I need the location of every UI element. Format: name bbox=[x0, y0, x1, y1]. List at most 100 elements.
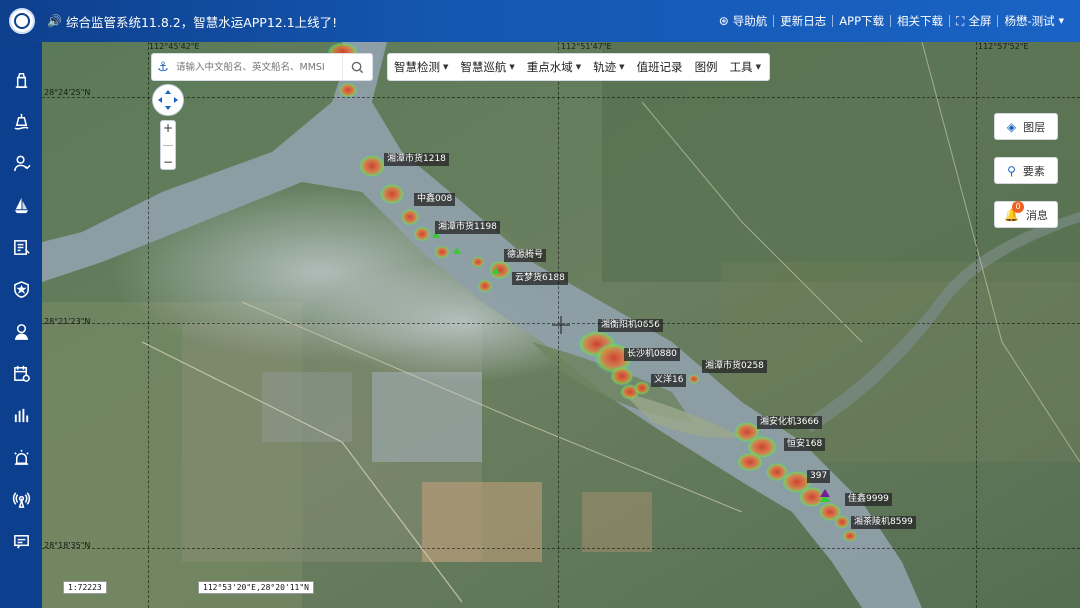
grid-line bbox=[42, 323, 1080, 324]
sidebar-item-records[interactable] bbox=[0, 226, 42, 268]
grid-line bbox=[42, 97, 1080, 98]
grid-line bbox=[976, 42, 977, 608]
sidebar-item-schedule[interactable] bbox=[0, 352, 42, 394]
sidebar-item-police[interactable] bbox=[0, 268, 42, 310]
sidebar-item-lighthouse[interactable] bbox=[0, 58, 42, 100]
compass-icon: ⊛ bbox=[718, 14, 729, 28]
menu-smart-patrol[interactable]: 智慧巡航 ▼ bbox=[460, 59, 514, 75]
vessel-label[interactable]: 湘茶陵机8599 bbox=[851, 516, 916, 529]
vessel-label[interactable]: 湘安化机3666 bbox=[757, 416, 822, 429]
sidebar-item-ship[interactable] bbox=[0, 184, 42, 226]
changelog-link[interactable]: 更新日志 bbox=[774, 13, 832, 29]
vessel-label[interactable]: 恒安168 bbox=[784, 438, 826, 451]
vessel-search: ⚓ bbox=[151, 53, 373, 81]
scale-readout: 1:72223 bbox=[63, 581, 107, 594]
person-icon bbox=[13, 155, 31, 171]
user-menu[interactable]: 杨懋-测试 ▼ bbox=[998, 13, 1070, 29]
zoom-in-button[interactable]: + bbox=[163, 121, 173, 135]
latitude-label: 28°24'25"N bbox=[44, 88, 91, 97]
sidebar bbox=[0, 42, 42, 608]
sidebar-item-statistics[interactable] bbox=[0, 394, 42, 436]
related-download-link[interactable]: 相关下载 bbox=[891, 13, 949, 29]
vessel-label[interactable]: 湘潭市货1218 bbox=[384, 153, 449, 166]
grid-line bbox=[148, 42, 149, 608]
vessel-label[interactable]: 湘潭市货1198 bbox=[435, 221, 500, 234]
vessel-label[interactable]: 长沙机0880 bbox=[624, 348, 680, 361]
fullscreen-label: 全屏 bbox=[968, 14, 992, 28]
vessel-label[interactable]: 中鑫008 bbox=[414, 193, 456, 206]
fullscreen-button[interactable]: ⛶ 全屏 bbox=[950, 13, 997, 29]
vessel-label[interactable]: 湘潭市货0258 bbox=[702, 360, 767, 373]
search-button[interactable] bbox=[342, 54, 372, 80]
grid-line bbox=[558, 42, 559, 608]
longitude-label: 112°51'47"E bbox=[561, 42, 612, 51]
pan-arrows-icon bbox=[158, 90, 178, 110]
caret-down-icon: ▼ bbox=[619, 63, 625, 71]
alarm-light-icon bbox=[13, 449, 29, 465]
calendar-clock-icon bbox=[13, 365, 30, 382]
layers-button[interactable]: ◈ 图层 bbox=[994, 113, 1058, 140]
vessel-label[interactable]: 397 bbox=[807, 470, 831, 483]
sidebar-item-buoy[interactable] bbox=[0, 100, 42, 142]
vessel-label[interactable]: 湘衡阳机0656 bbox=[598, 319, 663, 332]
vessel-label[interactable]: 佳鑫9999 bbox=[845, 493, 892, 506]
messages-button[interactable]: 🔔 0 消息 bbox=[994, 200, 1058, 228]
pan-control[interactable] bbox=[152, 84, 184, 116]
buoy-icon bbox=[14, 113, 28, 130]
caret-down-icon: ▼ bbox=[575, 63, 582, 71]
satellite-map bbox=[42, 42, 1080, 608]
sidebar-item-operator[interactable] bbox=[0, 310, 42, 352]
menu-label: 工具 bbox=[729, 60, 753, 74]
vessel-label[interactable]: 义洋16 bbox=[651, 374, 687, 387]
menu-smart-detection[interactable]: 智慧检测 ▼ bbox=[394, 59, 448, 75]
app-download-link[interactable]: APP下载 bbox=[833, 13, 890, 29]
announcement-text: 综合监管系统11.8.2，智慧水运APP12.1上线了! bbox=[65, 14, 338, 30]
vessel-label[interactable]: 德源腾号 bbox=[504, 249, 547, 262]
search-input[interactable] bbox=[174, 60, 334, 74]
grid-line bbox=[42, 548, 1080, 549]
menu-label: 轨迹 bbox=[593, 60, 617, 74]
sidebar-item-messages[interactable] bbox=[0, 520, 42, 562]
map-view[interactable]: 湘潭市货1218 中鑫008 湘潭市货1198 德源腾号 云梦货6188 湘衡阳… bbox=[42, 42, 1080, 608]
message-count-badge: 0 bbox=[1012, 200, 1025, 213]
menu-track[interactable]: 轨迹 ▼ bbox=[593, 59, 624, 75]
ship-search-icon: ⚓ bbox=[157, 59, 169, 75]
top-bar: 🔊 综合监管系统11.8.2，智慧水运APP12.1上线了! ⊛ 导助航 更新日… bbox=[0, 0, 1080, 42]
badge-icon bbox=[13, 280, 29, 298]
location-person-icon: ⚲ bbox=[1007, 163, 1016, 178]
zoom-out-button[interactable]: − bbox=[163, 155, 173, 169]
lighthouse-icon bbox=[15, 72, 27, 88]
menu-key-waters[interactable]: 重点水域 ▼ bbox=[527, 59, 581, 75]
zoom-control: + − bbox=[160, 120, 176, 170]
related-download-label: 相关下载 bbox=[897, 14, 944, 28]
menu-legend[interactable]: 图例 bbox=[695, 59, 718, 75]
layers-label: 图层 bbox=[1023, 120, 1046, 134]
sidebar-item-personnel[interactable] bbox=[0, 142, 42, 184]
broadcast-icon bbox=[12, 491, 30, 508]
zoom-slider[interactable] bbox=[163, 144, 173, 146]
sailboat-icon bbox=[14, 197, 28, 213]
caret-down-icon: ▼ bbox=[755, 63, 761, 71]
app-logo bbox=[9, 8, 35, 34]
elements-label: 要素 bbox=[1022, 164, 1045, 178]
elements-button[interactable]: ⚲ 要素 bbox=[994, 157, 1058, 184]
guide-label: 导助航 bbox=[732, 14, 768, 28]
menu-duty-log[interactable]: 值班记录 bbox=[637, 59, 683, 75]
speaker-icon: 🔊 bbox=[47, 14, 62, 28]
changelog-label: 更新日志 bbox=[780, 14, 827, 28]
guide-link[interactable]: ⊛ 导助航 bbox=[713, 13, 774, 29]
function-menu: 智慧检测 ▼ 智慧巡航 ▼ 重点水域 ▼ 轨迹 ▼ 值班记录 图例 工具 ▼ bbox=[387, 53, 770, 81]
sidebar-item-alarm[interactable] bbox=[0, 436, 42, 478]
vessel-label[interactable]: 云梦货6188 bbox=[512, 272, 568, 285]
caret-down-icon: ▼ bbox=[443, 63, 449, 71]
longitude-label: 112°45'42"E bbox=[149, 42, 200, 51]
menu-label: 智慧检测 bbox=[394, 60, 440, 74]
layers-icon: ◈ bbox=[1006, 119, 1017, 134]
document-edit-icon bbox=[13, 239, 30, 255]
menu-label: 值班记录 bbox=[636, 60, 683, 74]
sidebar-item-broadcast[interactable] bbox=[0, 478, 42, 520]
menu-tools[interactable]: 工具 ▼ bbox=[730, 59, 761, 75]
search-icon bbox=[351, 61, 364, 73]
app-download-label: APP下载 bbox=[839, 14, 885, 28]
chevron-down-icon: ▼ bbox=[1058, 17, 1064, 25]
